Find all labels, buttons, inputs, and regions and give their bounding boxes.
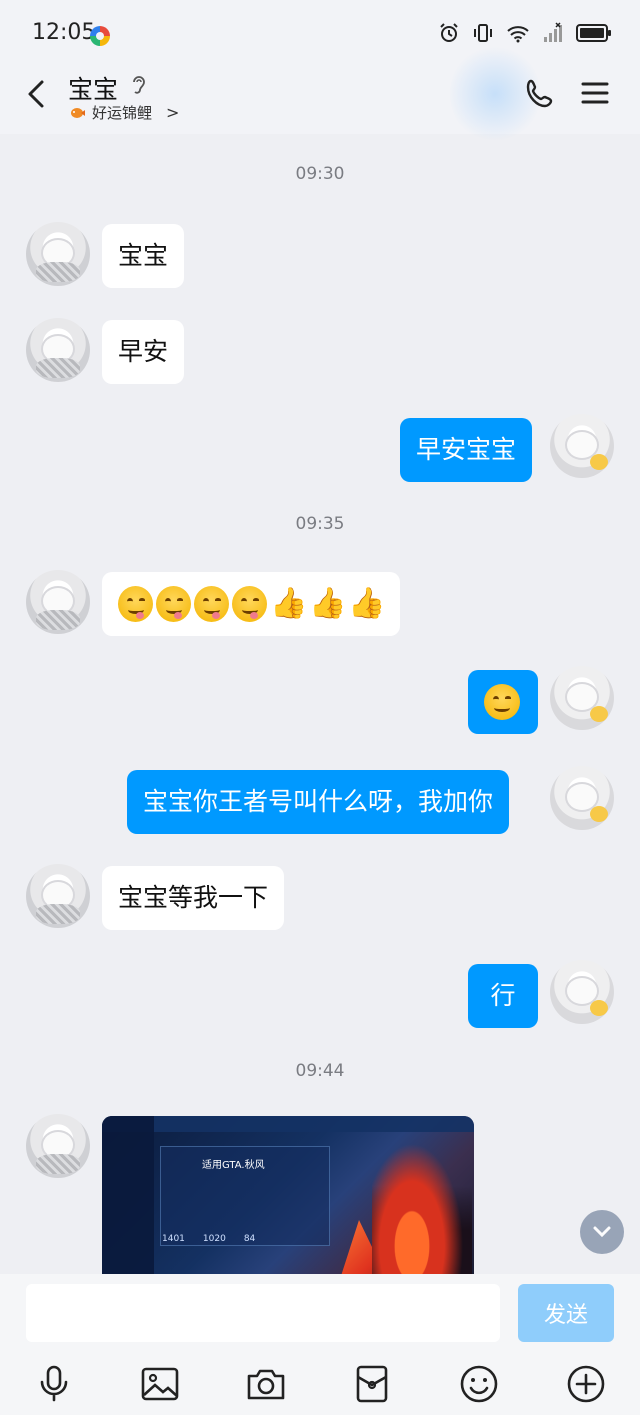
- chevron-down-icon: [593, 1226, 611, 1238]
- my-avatar[interactable]: [550, 766, 614, 830]
- scroll-to-bottom-button[interactable]: [580, 1210, 624, 1254]
- vibrate-icon: [474, 24, 492, 42]
- red-packet-button[interactable]: [350, 1362, 394, 1406]
- status-bar: 12:05: [0, 0, 640, 64]
- wifi-icon: [507, 26, 529, 43]
- image-message-game-screenshot[interactable]: 适用GTA.秋风 1401 1020 84: [102, 1116, 474, 1274]
- message-bubble-left[interactable]: 早安: [102, 320, 185, 384]
- contact-avatar[interactable]: [26, 318, 90, 382]
- thumbs-up-emoji-icon: 👍: [348, 586, 386, 621]
- image-icon: [141, 1367, 179, 1401]
- timestamp: 09:35: [295, 514, 345, 534]
- tongue-smile-emoji-icon: [118, 586, 153, 622]
- contact-avatar[interactable]: [26, 570, 90, 634]
- contact-avatar[interactable]: [26, 864, 90, 928]
- send-button[interactable]: 发送: [518, 1284, 614, 1342]
- phone-call-button[interactable]: [522, 76, 558, 112]
- emoji-icon: [460, 1365, 498, 1403]
- chevron-right-icon: >: [166, 103, 180, 122]
- tongue-smile-emoji-icon: [232, 586, 267, 622]
- signal-icon: [544, 22, 562, 42]
- voice-button[interactable]: [32, 1362, 76, 1406]
- my-avatar[interactable]: [550, 960, 614, 1024]
- contact-avatar[interactable]: [26, 222, 90, 286]
- game-hero-art: [372, 1126, 472, 1274]
- game-player-name: 适用GTA.秋风: [202, 1160, 265, 1171]
- tongue-smile-emoji-icon: [194, 586, 229, 622]
- message-bubble-right[interactable]: 宝宝你王者号叫什么呀，我加你: [127, 770, 510, 834]
- red-packet-icon: [356, 1365, 388, 1403]
- emoji-message-left[interactable]: 👍 👍 👍: [102, 572, 400, 636]
- game-stat: 1020: [202, 1234, 226, 1244]
- message-bubble-left[interactable]: 宝宝等我一下: [102, 866, 285, 930]
- timestamp: 09:30: [295, 164, 345, 184]
- koi-icon: [71, 107, 85, 118]
- camera-icon: [247, 1369, 285, 1400]
- thumbs-up-emoji-icon: 👍: [309, 586, 347, 621]
- timestamp: 09:44: [295, 1061, 345, 1081]
- status-time: 12:05: [32, 20, 96, 45]
- status-row[interactable]: 好运锦鲤 >: [68, 102, 179, 123]
- game-stats: 1401 1020 84: [162, 1234, 255, 1244]
- back-button[interactable]: [20, 76, 56, 112]
- game-sidebar: [102, 1116, 154, 1274]
- album-button[interactable]: [138, 1362, 182, 1406]
- message-bubble-right[interactable]: 早安宝宝: [400, 418, 533, 482]
- chat-header: 宝宝 好运锦鲤 >: [0, 44, 640, 144]
- ear-icon[interactable]: [130, 74, 148, 96]
- emoji-message-right[interactable]: [468, 670, 538, 734]
- smile-emoji-icon: [484, 684, 520, 720]
- input-bar: 发送: [0, 1274, 640, 1354]
- message-input[interactable]: [26, 1284, 500, 1342]
- message-bubble-right[interactable]: 行: [468, 964, 538, 1028]
- camera-button[interactable]: [244, 1362, 288, 1406]
- contact-avatar[interactable]: [26, 1114, 90, 1178]
- chat-title[interactable]: 宝宝: [68, 70, 118, 106]
- my-avatar[interactable]: [550, 414, 614, 478]
- chat-message-list[interactable]: 09:30 宝宝 早安 早安宝宝 09:35 👍 👍 👍 宝宝你王者号叫什么呀，…: [0, 134, 640, 1274]
- game-stat: 1401: [162, 1234, 185, 1244]
- app-notification-icon: [90, 26, 110, 46]
- tongue-smile-emoji-icon: [156, 586, 191, 622]
- message-bubble-left[interactable]: 宝宝: [102, 224, 185, 288]
- status-text: 好运锦鲤: [92, 104, 153, 122]
- battery-icon: [576, 24, 611, 42]
- status-icons: [438, 22, 612, 44]
- my-avatar[interactable]: [550, 666, 614, 730]
- alarm-icon: [440, 23, 458, 42]
- mic-icon: [40, 1365, 68, 1402]
- plus-icon: [567, 1365, 605, 1403]
- emoji-button[interactable]: [457, 1362, 501, 1406]
- game-stat: 84: [243, 1234, 256, 1244]
- thumbs-up-emoji-icon: 👍: [270, 586, 308, 621]
- more-button[interactable]: [564, 1362, 608, 1406]
- input-toolbar: [0, 1354, 640, 1415]
- menu-button[interactable]: [580, 78, 610, 108]
